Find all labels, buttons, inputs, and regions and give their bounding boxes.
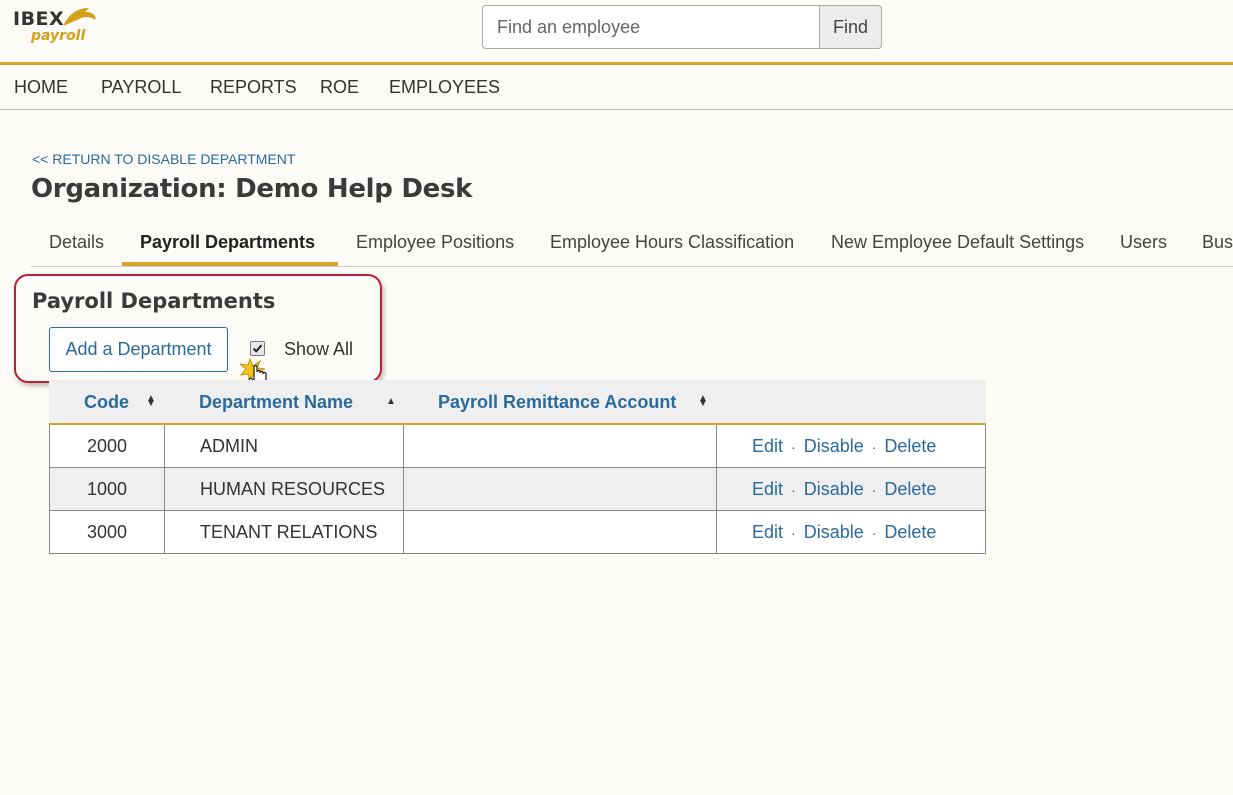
return-link[interactable]: << RETURN TO DISABLE DEPARTMENT <box>32 151 295 167</box>
nav-roe[interactable]: ROE <box>320 77 359 98</box>
cell-code: 2000 <box>50 425 165 467</box>
employee-search-input[interactable] <box>482 5 820 49</box>
tab-users[interactable]: Users <box>1120 232 1167 253</box>
disable-link[interactable]: Disable <box>804 522 864 542</box>
nav-home[interactable]: HOME <box>14 77 68 98</box>
table-row: 3000 TENANT RELATIONS Edit · Disable · Delet… <box>49 511 986 554</box>
cell-remittance-account <box>404 468 717 510</box>
nav-reports[interactable]: REPORTS <box>210 77 297 98</box>
cell-department-name: TENANT RELATIONS <box>165 511 404 553</box>
top-bar: IBEX payroll Find <box>0 0 1233 62</box>
tab-employee-positions[interactable]: Employee Positions <box>356 232 514 253</box>
logo-text: IBEX <box>13 8 65 30</box>
cell-actions: Edit · Disable · Delete <box>717 425 985 467</box>
find-button[interactable]: Find <box>819 5 882 49</box>
table-row: 1000 HUMAN RESOURCES Edit · Disable · Delete <box>49 468 986 511</box>
cell-code: 3000 <box>50 511 165 553</box>
delete-link[interactable]: Delete <box>884 479 936 499</box>
edit-link[interactable]: Edit <box>752 522 783 542</box>
tab-business[interactable]: Bus <box>1202 232 1233 253</box>
separator: · <box>791 482 796 498</box>
cell-department-name: ADMIN <box>165 425 404 467</box>
show-all-label[interactable]: Show All <box>284 339 353 360</box>
checkmark-icon <box>252 344 263 353</box>
tab-details[interactable]: Details <box>49 232 104 253</box>
cell-actions: Edit · Disable · Delete <box>717 511 985 553</box>
separator: · <box>791 439 796 455</box>
table-header: Code ▲ ▼ Department Name ▲ Payroll Remitt… <box>49 380 986 425</box>
edit-link[interactable]: Edit <box>752 479 783 499</box>
page-title: Organization: Demo Help Desk <box>31 174 473 204</box>
active-tab-indicator <box>122 262 338 266</box>
main-nav: HOME PAYROLL REPORTS ROE EMPLOYEES <box>0 65 1233 110</box>
ibex-payroll-logo[interactable]: IBEX payroll <box>13 8 103 50</box>
tab-employee-hours-classification[interactable]: Employee Hours Classification <box>550 232 794 253</box>
nav-employees[interactable]: EMPLOYEES <box>389 77 500 98</box>
separator: · <box>871 482 877 498</box>
sort-ascending-icon[interactable]: ▲ <box>386 397 396 407</box>
column-header-department-name[interactable]: Department Name <box>199 392 353 413</box>
tab-payroll-departments[interactable]: Payroll Departments <box>140 232 315 253</box>
cell-code: 1000 <box>50 468 165 510</box>
section-title: Payroll Departments <box>32 289 276 313</box>
edit-link[interactable]: Edit <box>752 436 783 456</box>
disable-link[interactable]: Disable <box>804 436 864 456</box>
sort-both-icon[interactable]: ▲ ▼ <box>698 394 708 409</box>
nav-payroll[interactable]: PAYROLL <box>101 77 181 98</box>
tab-new-employee-default-settings[interactable]: New Employee Default Settings <box>831 232 1084 253</box>
cell-remittance-account <box>404 511 717 553</box>
organization-tabs: Details Payroll Departments Employee Pos… <box>31 222 1233 267</box>
cell-actions: Edit · Disable · Delete <box>717 468 985 510</box>
column-header-code[interactable]: Code <box>84 392 129 413</box>
delete-link[interactable]: Delete <box>884 522 936 542</box>
add-department-button[interactable]: Add a Department <box>49 327 228 372</box>
separator: · <box>871 439 877 455</box>
show-all-checkbox[interactable] <box>250 341 265 356</box>
disable-link[interactable]: Disable <box>804 479 864 499</box>
table-row: 2000 ADMIN Edit · Disable · Delete <box>49 425 986 468</box>
column-header-remittance-account[interactable]: Payroll Remittance Account <box>438 392 676 413</box>
delete-link[interactable]: Delete <box>884 436 936 456</box>
separator: · <box>871 525 877 541</box>
sort-both-icon[interactable]: ▲ ▼ <box>146 394 156 409</box>
cell-department-name: HUMAN RESOURCES <box>165 468 404 510</box>
separator: · <box>791 525 796 541</box>
cell-remittance-account <box>404 425 717 467</box>
logo-subtext: payroll <box>31 28 86 44</box>
